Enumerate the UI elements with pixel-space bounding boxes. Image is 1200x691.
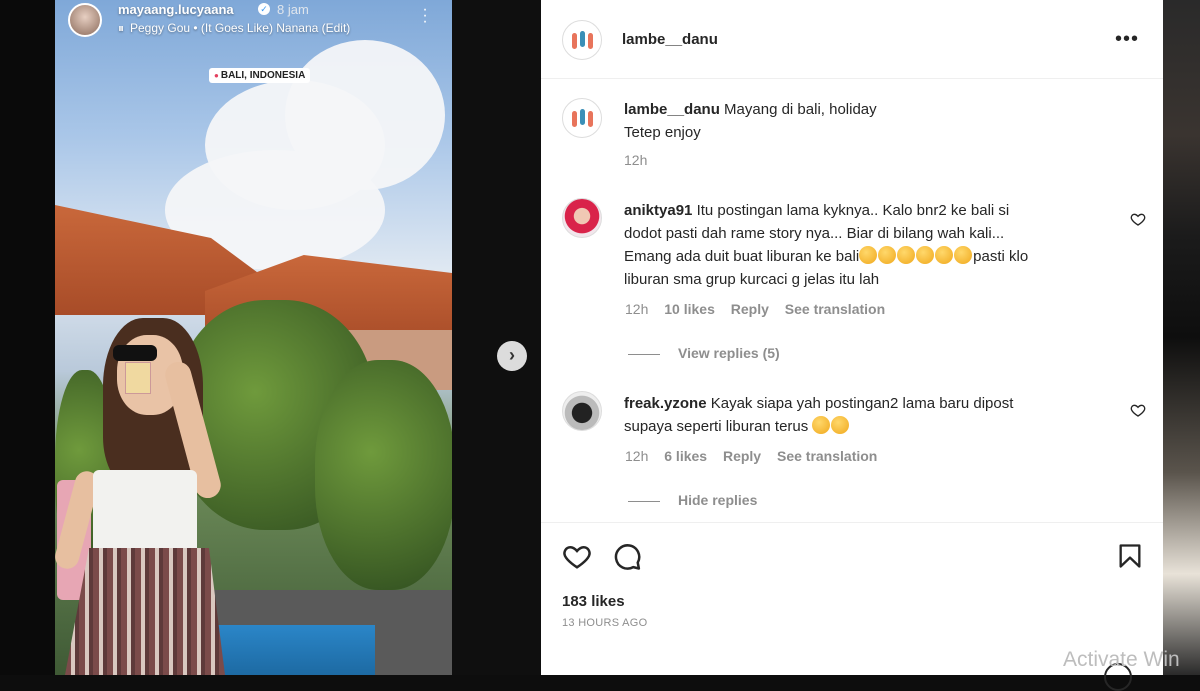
comment-text-line3b: pasti klo [973, 248, 1029, 265]
more-options-icon[interactable]: ••• [1115, 28, 1139, 51]
story-username[interactable]: mayaang.lucyaana [118, 2, 234, 17]
next-post-button[interactable]: › [497, 341, 527, 371]
hide-replies-toggle[interactable]: Hide replies [628, 492, 757, 508]
location-pin-icon: ● [214, 71, 219, 80]
comment-text-line4: liburan sma grup kurcaci g jelas itu lah [624, 271, 880, 288]
face-sticker [125, 362, 151, 394]
laughing-emoji-icon [859, 246, 878, 264]
comment-time: 12h [625, 301, 649, 317]
view-replies-toggle[interactable]: View replies (5) [628, 345, 780, 361]
laughing-emoji-icon [878, 246, 897, 264]
post-media-story-screenshot: mayaang.lucyaana ✓ 8 jam ⏸ Peggy Gou • (I… [55, 0, 452, 675]
post-detail-panel: lambe__danu ••• lambe__danu Mayang di ba… [541, 0, 1163, 691]
comment: aniktya91 Itu postingan lama kyknya.. Ka… [624, 199, 1094, 291]
comment-likes[interactable]: 10 likes [664, 301, 715, 317]
location-label: BALI, INDONESIA [220, 70, 306, 81]
comment-meta: 12h 6 likes Reply See translation [625, 448, 889, 464]
location-sticker[interactable]: ● BALI, INDONESIA [209, 68, 311, 83]
caption-time: 12h [624, 152, 648, 168]
story-music-label: Peggy Gou • (It Goes Like) Nanana (Edit) [130, 21, 351, 35]
see-translation-link[interactable]: See translation [777, 448, 877, 464]
comment-like-heart-icon[interactable] [1130, 402, 1146, 418]
sunglasses [113, 345, 157, 361]
divider-line [628, 500, 660, 502]
post-timestamp: 13 HOURS AGO [562, 617, 648, 629]
story-avatar[interactable] [68, 3, 102, 37]
background-photo-edge [1163, 0, 1200, 675]
comment-text-line1: Kayak siapa yah postingan2 lama baru dip… [710, 395, 1014, 412]
commenter-avatar[interactable] [562, 391, 602, 431]
caption-text-line1: Mayang di bali, holiday [724, 101, 877, 118]
comment-likes[interactable]: 6 likes [664, 448, 707, 464]
pool [215, 625, 375, 675]
see-translation-link[interactable]: See translation [785, 301, 885, 317]
caption-username[interactable]: lambe__danu [624, 101, 720, 118]
story-more-icon[interactable]: · · · [421, 2, 429, 30]
story-time: 8 jam [277, 2, 309, 17]
music-icon: ⏸ [118, 21, 125, 35]
grinning-emoji-icon [831, 416, 850, 434]
reply-button[interactable]: Reply [723, 448, 761, 464]
hide-replies-label: Hide replies [678, 492, 758, 508]
tree-foliage [315, 360, 452, 590]
comment-meta: 12h 10 likes Reply See translation [625, 301, 897, 317]
author-username[interactable]: lambe__danu [622, 31, 718, 48]
comment-icon[interactable] [612, 541, 642, 571]
comment-username[interactable]: freak.yzone [624, 395, 707, 412]
caption: lambe__danu Mayang di bali, holiday Tete… [624, 98, 877, 144]
comment-text-line2: dodot pasti dah rame story nya... Biar d… [624, 225, 1005, 242]
comment-like-heart-icon[interactable] [1130, 211, 1146, 227]
divider-line [628, 353, 660, 355]
story-music[interactable]: ⏸ Peggy Gou • (It Goes Like) Nanana (Edit… [118, 21, 350, 36]
author-avatar[interactable] [562, 20, 602, 60]
left-backdrop [0, 0, 55, 675]
view-replies-label: View replies (5) [678, 345, 780, 361]
laughing-emoji-icon [897, 246, 916, 264]
comment-time: 12h [625, 448, 649, 464]
comment-text-line1: Itu postingan lama kyknya.. Kalo bnr2 ke… [696, 202, 1010, 219]
comment: freak.yzone Kayak siapa yah postingan2 l… [624, 392, 1094, 438]
laughing-emoji-icon [954, 246, 973, 264]
verified-icon: ✓ [258, 3, 270, 15]
grinning-emoji-icon [812, 416, 831, 434]
comment-username[interactable]: aniktya91 [624, 202, 692, 219]
caption-avatar[interactable] [562, 98, 602, 138]
person-skirt [65, 548, 225, 675]
comment-text-line2: supaya seperti liburan terus [624, 418, 809, 435]
laughing-emoji-icon [916, 246, 935, 264]
like-count[interactable]: 183 likes [562, 593, 625, 610]
activation-watermark: Activate Win [1063, 648, 1180, 671]
caption-text-line2: Tetep enjoy [624, 124, 701, 141]
post-header: lambe__danu ••• [541, 0, 1163, 79]
comment-text-line3: Emang ada duit buat liburan ke bali [624, 248, 860, 265]
laughing-emoji-icon [935, 246, 954, 264]
heart-icon[interactable] [562, 541, 592, 571]
commenter-avatar[interactable] [562, 198, 602, 238]
bookmark-icon[interactable] [1116, 541, 1144, 571]
reply-button[interactable]: Reply [731, 301, 769, 317]
gutter [452, 0, 541, 675]
story-header: mayaang.lucyaana ✓ 8 jam ⏸ Peggy Gou • (I… [55, 0, 452, 40]
chevron-right-icon: › [509, 345, 515, 365]
